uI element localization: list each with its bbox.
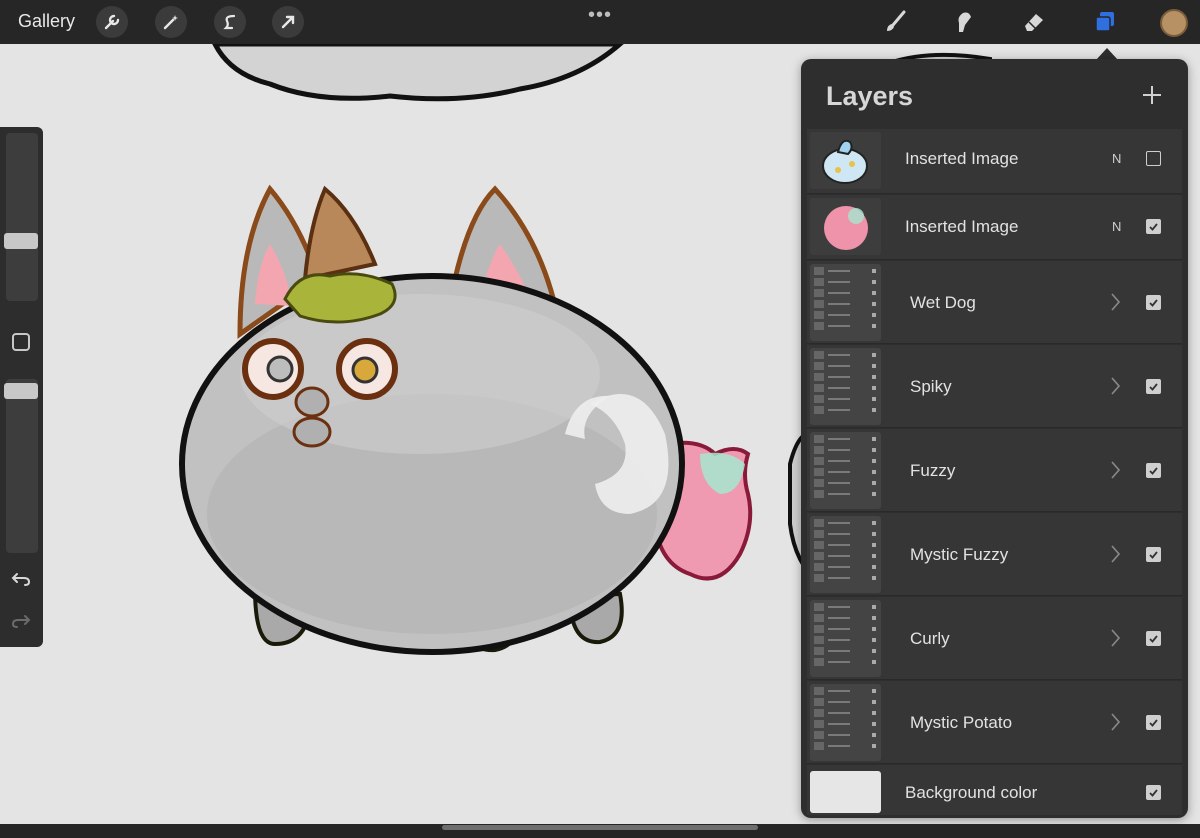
blend-mode-label[interactable]: N <box>1112 219 1121 234</box>
layer-row[interactable]: Spiky <box>807 345 1182 428</box>
layers-title: Layers <box>826 81 914 111</box>
visibility-checkbox[interactable] <box>1146 219 1161 234</box>
layer-thumbnail[interactable] <box>810 348 881 425</box>
layer-name: Wet Dog <box>910 293 976 312</box>
redo-icon[interactable] <box>8 610 34 632</box>
layer-thumbnail[interactable] <box>810 684 881 761</box>
eraser-icon[interactable] <box>1018 6 1050 38</box>
chevron-right-icon[interactable] <box>1109 543 1123 565</box>
layer-name: Inserted Image <box>905 149 1019 168</box>
smudge-icon[interactable] <box>948 6 980 38</box>
blend-mode-label[interactable]: N <box>1112 151 1121 166</box>
layer-thumbnail[interactable] <box>810 600 881 677</box>
visibility-checkbox[interactable] <box>1146 379 1161 394</box>
visibility-checkbox[interactable] <box>1146 295 1161 310</box>
layer-row[interactable]: Fuzzy <box>807 429 1182 512</box>
layer-name: Background color <box>905 783 1038 802</box>
gallery-button[interactable]: Gallery <box>18 11 75 32</box>
brush-size-thumb[interactable] <box>4 233 38 249</box>
wrench-icon[interactable] <box>96 6 128 38</box>
layer-row[interactable]: Background color <box>807 765 1182 815</box>
visibility-checkbox[interactable] <box>1146 463 1161 478</box>
layer-name: Mystic Fuzzy <box>910 545 1009 564</box>
left-sidebar <box>0 127 43 647</box>
layer-thumbnail[interactable] <box>810 432 881 509</box>
layer-row[interactable]: Mystic Fuzzy <box>807 513 1182 596</box>
visibility-checkbox[interactable] <box>1146 785 1161 800</box>
modify-button[interactable] <box>12 333 30 351</box>
layer-name: Mystic Potato <box>910 713 1013 732</box>
layer-name: Inserted Image <box>905 217 1019 236</box>
plus-icon[interactable] <box>1138 81 1166 109</box>
layer-name: Fuzzy <box>910 461 956 480</box>
opacity-slider[interactable] <box>4 379 38 553</box>
home-indicator[interactable] <box>442 825 758 830</box>
chevron-right-icon[interactable] <box>1109 711 1123 733</box>
chevron-right-icon[interactable] <box>1109 627 1123 649</box>
brush-size-slider[interactable] <box>4 133 38 301</box>
more-menu-icon[interactable]: ••• <box>588 4 612 27</box>
layer-row[interactable]: Curly <box>807 597 1182 680</box>
visibility-checkbox[interactable] <box>1146 547 1161 562</box>
layer-thumbnail[interactable] <box>810 264 881 341</box>
brush-icon[interactable] <box>880 6 912 38</box>
layers-panel: Layers Inserted Image N Inserted Image N <box>801 59 1188 818</box>
layer-row[interactable]: Inserted Image N <box>807 129 1182 194</box>
visibility-checkbox[interactable] <box>1146 151 1161 166</box>
opacity-thumb[interactable] <box>4 383 38 399</box>
layer-thumbnail[interactable] <box>810 198 881 255</box>
magic-wand-icon[interactable] <box>155 6 187 38</box>
visibility-checkbox[interactable] <box>1146 715 1161 730</box>
layer-thumbnail[interactable] <box>810 132 881 189</box>
chevron-right-icon[interactable] <box>1109 459 1123 481</box>
undo-icon[interactable] <box>8 568 34 590</box>
background-color-swatch[interactable] <box>810 771 881 813</box>
layers-icon[interactable] <box>1089 6 1121 38</box>
transform-arrow-icon[interactable] <box>272 6 304 38</box>
layer-name: Spiky <box>910 377 952 396</box>
selection-icon[interactable] <box>214 6 246 38</box>
layer-row[interactable]: Mystic Potato <box>807 681 1182 764</box>
layer-row[interactable]: Wet Dog <box>807 261 1182 344</box>
layer-row[interactable]: Inserted Image N <box>807 195 1182 260</box>
active-color-swatch[interactable] <box>1160 9 1188 37</box>
top-toolbar: Gallery ••• <box>0 0 1200 44</box>
visibility-checkbox[interactable] <box>1146 631 1161 646</box>
chevron-right-icon[interactable] <box>1109 375 1123 397</box>
layer-thumbnail[interactable] <box>810 516 881 593</box>
layer-name: Curly <box>910 629 950 648</box>
chevron-right-icon[interactable] <box>1109 291 1123 313</box>
